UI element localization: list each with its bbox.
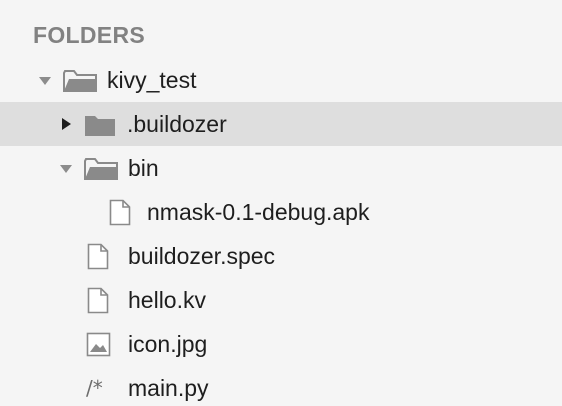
tree-item-label: icon.jpg [128, 331, 208, 357]
file-icon [109, 199, 131, 226]
tree-item-label: main.py [128, 375, 209, 401]
tree-item-icon-jpg[interactable]: icon.jpg [0, 322, 562, 366]
tree-item-label: buildozer.spec [128, 243, 276, 269]
tree-item-label: .buildozer [127, 111, 227, 137]
tree-item-bin[interactable]: bin [0, 146, 562, 190]
folder-open-icon [63, 70, 97, 92]
section-header: FOLDERS [33, 22, 145, 48]
sidebar-folders: FOLDERS kivy_test .buildozer bin nmask-0… [0, 0, 562, 406]
tree-item-buildozer-spec[interactable]: buildozer.spec [0, 234, 562, 278]
tree-item-label: kivy_test [107, 67, 197, 93]
tree-item-hello-kv[interactable]: hello.kv [0, 278, 562, 322]
code-file-icon: /* [86, 376, 103, 400]
tree-item-buildozer[interactable]: .buildozer [0, 102, 562, 146]
folder-icon [85, 116, 115, 136]
tree-item-nmask-apk[interactable]: nmask-0.1-debug.apk [0, 190, 562, 234]
folder-open-icon [84, 158, 118, 180]
file-icon [87, 287, 109, 314]
file-icon [87, 243, 109, 270]
image-file-icon [86, 332, 111, 357]
chevron-down-icon[interactable] [38, 74, 52, 88]
tree-item-main-py[interactable]: /* main.py [0, 366, 562, 406]
tree-item-label: hello.kv [128, 287, 206, 313]
chevron-right-icon[interactable] [59, 117, 73, 131]
tree-item-label: nmask-0.1-debug.apk [147, 199, 370, 225]
tree-item-label: bin [128, 155, 159, 181]
tree-item-kivy-test[interactable]: kivy_test [0, 58, 562, 102]
chevron-down-icon[interactable] [59, 162, 73, 176]
